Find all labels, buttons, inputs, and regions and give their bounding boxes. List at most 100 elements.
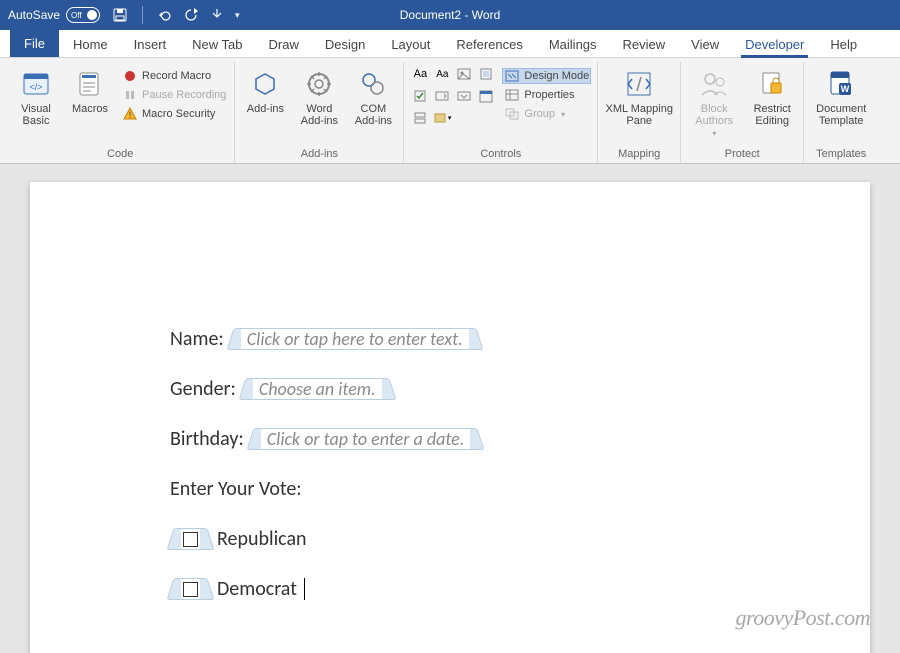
- group-label-code: Code: [107, 146, 133, 161]
- democrat-checkbox-control[interactable]: [170, 578, 211, 600]
- dropdown-control-icon[interactable]: [454, 86, 474, 106]
- tab-developer[interactable]: Developer: [733, 31, 816, 57]
- group-label-protect: Protect: [725, 146, 760, 161]
- ribbon: </> Visual Basic Macros Record Macro Pau…: [0, 58, 900, 164]
- tab-view[interactable]: View: [679, 31, 731, 57]
- autosave-toggle[interactable]: Off: [66, 7, 100, 23]
- com-addins-icon: [357, 68, 389, 100]
- macros-icon: [74, 68, 106, 100]
- field-gender: Gender: Choose an item.: [170, 377, 730, 401]
- undo-icon[interactable]: [157, 7, 173, 23]
- com-addins-button[interactable]: COM Add-ins: [349, 64, 397, 127]
- name-label: Name:: [170, 327, 224, 351]
- group-button: Group ▾: [502, 106, 591, 122]
- save-icon[interactable]: [112, 7, 128, 23]
- visual-basic-button[interactable]: </> Visual Basic: [12, 64, 60, 127]
- design-mode-button[interactable]: Design Mode: [502, 68, 591, 84]
- legacy-tools-icon[interactable]: ▾: [432, 108, 452, 128]
- gender-dropdown-control[interactable]: Choose an item.: [242, 378, 393, 400]
- xml-mapping-icon: [623, 68, 655, 100]
- svg-text:</>: </>: [29, 82, 42, 92]
- republican-checkbox-control[interactable]: [170, 528, 211, 550]
- checkbox-body: [181, 528, 200, 550]
- design-mode-icon: [504, 69, 520, 83]
- word-addins-icon: [303, 68, 335, 100]
- group-addins: Add-ins Word Add-ins COM Add-ins Add-ins: [235, 62, 404, 163]
- name-text-control[interactable]: Click or tap here to enter text.: [230, 328, 480, 350]
- option2-label: Democrat: [217, 577, 297, 601]
- qat-separator: [142, 6, 143, 24]
- block-authors-icon: [698, 68, 730, 100]
- tab-design[interactable]: Design: [313, 31, 377, 57]
- xml-mapping-pane-button[interactable]: XML Mapping Pane: [604, 64, 674, 127]
- name-placeholder: Click or tap here to enter text.: [241, 328, 469, 350]
- record-macro-icon: [122, 69, 138, 83]
- birthday-label: Birthday:: [170, 427, 244, 451]
- checkbox-control-icon[interactable]: [410, 86, 430, 106]
- properties-icon: [504, 88, 520, 102]
- tab-insert[interactable]: Insert: [122, 31, 179, 57]
- group-code: </> Visual Basic Macros Record Macro Pau…: [6, 62, 235, 163]
- text-cursor: [304, 578, 305, 600]
- vote-option-1: Republican: [170, 527, 730, 551]
- gender-placeholder: Choose an item.: [253, 378, 382, 400]
- checkbox-body: [181, 578, 200, 600]
- plain-text-control-icon[interactable]: Aa: [432, 64, 452, 84]
- birthday-placeholder: Click or tap to enter a date.: [261, 428, 471, 450]
- building-block-control-icon[interactable]: [476, 64, 496, 84]
- birthday-date-control[interactable]: Click or tap to enter a date.: [250, 428, 482, 450]
- checkbox-icon[interactable]: [183, 582, 198, 597]
- tab-help[interactable]: Help: [818, 31, 869, 57]
- properties-button[interactable]: Properties: [502, 87, 591, 103]
- group-label-templates: Templates: [816, 146, 866, 161]
- tab-references[interactable]: References: [444, 31, 534, 57]
- vote-option-2: Democrat: [170, 577, 730, 601]
- title-bar: AutoSave Off ▾ Document2 - Word: [0, 0, 900, 30]
- record-macro-button[interactable]: Record Macro: [120, 68, 228, 84]
- group-label-addins: Add-ins: [301, 146, 338, 161]
- macro-security-button[interactable]: ! Macro Security: [120, 106, 228, 122]
- tab-mailings[interactable]: Mailings: [537, 31, 609, 57]
- redo-icon[interactable]: [183, 7, 199, 23]
- restrict-editing-button[interactable]: Restrict Editing: [747, 64, 797, 127]
- rich-text-control-icon[interactable]: Aa: [410, 64, 430, 84]
- tab-file[interactable]: File: [10, 30, 59, 57]
- watermark: groovyPost.com: [735, 605, 870, 631]
- addins-icon: [249, 68, 281, 100]
- date-picker-control-icon[interactable]: [476, 86, 496, 106]
- svg-text:!: !: [129, 110, 132, 120]
- checkbox-icon[interactable]: [183, 532, 198, 547]
- group-controls: Aa Aa ▾ Design: [404, 62, 598, 163]
- qat-dropdown-icon[interactable]: ▾: [235, 10, 240, 21]
- repeating-section-control-icon[interactable]: [410, 108, 430, 128]
- autosave-indicator[interactable]: AutoSave Off: [8, 7, 100, 23]
- pause-icon: [122, 88, 138, 102]
- warning-icon: !: [122, 107, 138, 121]
- group-mapping: XML Mapping Pane Mapping: [598, 62, 681, 163]
- field-name: Name: Click or tap here to enter text.: [170, 327, 730, 351]
- tab-home[interactable]: Home: [61, 31, 120, 57]
- word-addins-button[interactable]: Word Add-ins: [295, 64, 343, 127]
- quick-access-toolbar: ▾: [112, 6, 240, 24]
- group-icon: [504, 107, 520, 121]
- combobox-control-icon[interactable]: [432, 86, 452, 106]
- gender-label: Gender:: [170, 377, 236, 401]
- document-template-button[interactable]: W Document Template: [810, 64, 872, 127]
- addins-button[interactable]: Add-ins: [241, 64, 289, 115]
- field-birthday: Birthday: Click or tap to enter a date.: [170, 427, 730, 451]
- tab-draw[interactable]: Draw: [257, 31, 311, 57]
- document-template-icon: W: [825, 68, 857, 100]
- document-title: Document2 - Word: [400, 8, 500, 22]
- tab-review[interactable]: Review: [611, 31, 678, 57]
- macros-button[interactable]: Macros: [66, 64, 114, 115]
- picture-control-icon[interactable]: [454, 64, 474, 84]
- block-authors-button: Block Authors▾: [687, 64, 741, 139]
- tab-newtab[interactable]: New Tab: [180, 31, 254, 57]
- option1-label: Republican: [217, 527, 307, 551]
- visual-basic-icon: </>: [20, 68, 52, 100]
- customize-icon[interactable]: [209, 7, 225, 23]
- group-label-controls: Controls: [480, 146, 521, 161]
- group-label-mapping: Mapping: [618, 146, 660, 161]
- document-page[interactable]: Name: Click or tap here to enter text. G…: [30, 182, 870, 653]
- tab-layout[interactable]: Layout: [379, 31, 442, 57]
